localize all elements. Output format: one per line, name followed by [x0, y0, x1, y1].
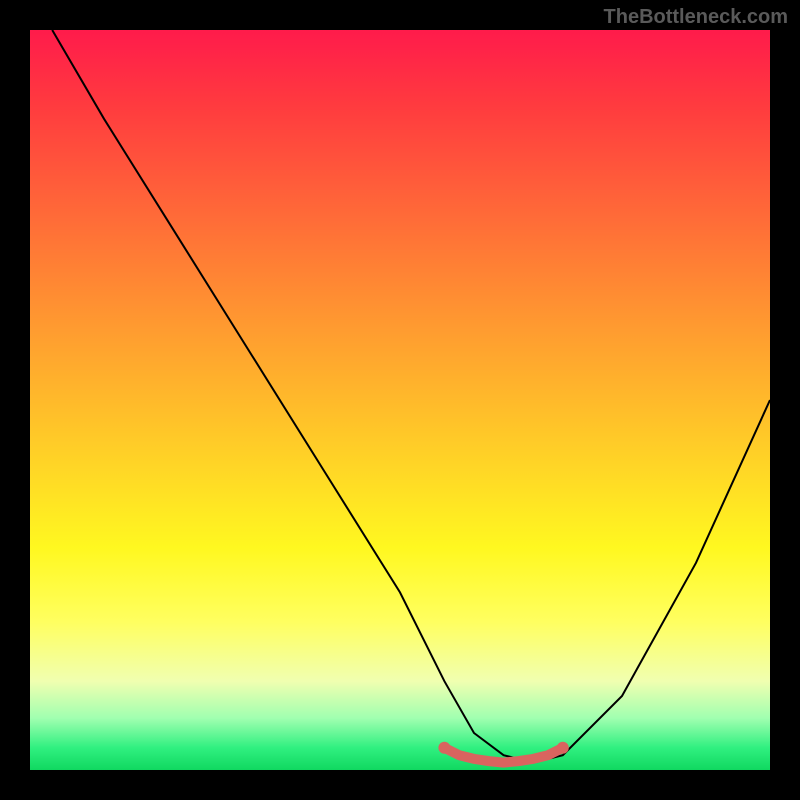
highlight-dot-left: [438, 742, 450, 754]
watermark-text: TheBottleneck.com: [604, 6, 788, 29]
chart-svg: [30, 30, 770, 770]
highlight-dot-right: [557, 742, 569, 754]
bottleneck-curve-path: [52, 30, 770, 763]
chart-plot-area: [30, 30, 770, 770]
